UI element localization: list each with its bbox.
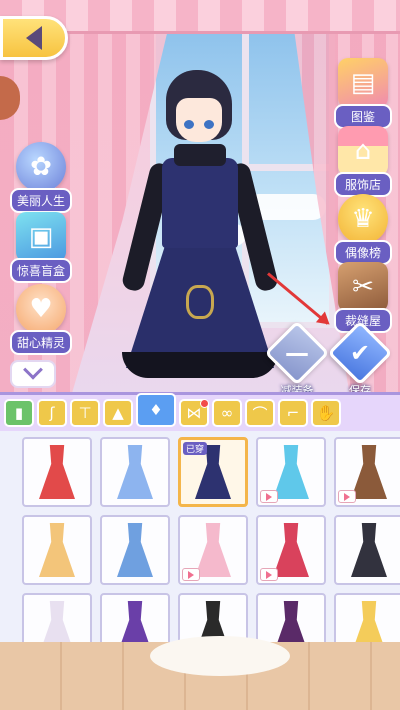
remove-outfit-button[interactable]: — 减装备 — [264, 320, 330, 398]
video-play-icon[interactable] — [182, 568, 200, 581]
tab-hand[interactable]: ✋ — [311, 399, 341, 427]
menu-tailor-shop[interactable]: ✂ 裁缝屋 — [328, 262, 398, 333]
dress-thumbnail-icon — [273, 523, 309, 577]
menu-idol-ranking[interactable]: ♛ 偶像榜 — [328, 194, 398, 265]
character-face — [176, 98, 222, 142]
socks-icon: ʃ — [49, 404, 55, 422]
clothing-item-card[interactable]: 已穿 — [178, 437, 248, 507]
character-jacket — [162, 158, 238, 248]
tab-dress[interactable]: ♦ — [136, 393, 176, 427]
category-tab-bar: ▮ ʃ ⊤ ▲ ♦ ⋈ ∞ ⌒ ⌐ ✋ — [0, 393, 400, 431]
checkmark-icon: ✔ — [349, 338, 371, 367]
dress-thumbnail-icon — [273, 445, 309, 499]
dress-thumbnail-icon — [39, 523, 75, 577]
clothing-item-card[interactable] — [100, 515, 170, 585]
tab-hat[interactable]: ⌒ — [245, 399, 275, 427]
tab-shoe[interactable]: ⌐ — [278, 399, 308, 427]
video-play-icon[interactable] — [338, 490, 356, 503]
menu-sweet-fairy[interactable]: ♥ 甜心精灵 — [6, 284, 76, 355]
clothing-item-card[interactable] — [178, 515, 248, 585]
chevron-down-icon — [23, 359, 43, 380]
save-outfit-button[interactable]: ✔ 保存 — [327, 320, 393, 398]
top-icon: ⊤ — [78, 404, 92, 422]
skirt-icon: ▲ — [112, 404, 124, 422]
clothing-item-card[interactable] — [334, 437, 400, 507]
shop-icon: ⌂ — [338, 126, 388, 176]
minus-icon: — — [285, 339, 309, 367]
menu-surprise-box[interactable]: ▣ 惊喜盲盒 — [6, 212, 76, 283]
tab-earring[interactable]: ∞ — [212, 399, 242, 427]
dress-thumbnail-icon — [195, 523, 231, 577]
rainbow-icon: ✿ — [16, 142, 66, 192]
earring-icon: ∞ — [220, 404, 234, 422]
hat-icon: ⌒ — [252, 404, 268, 423]
book-icon: ▤ — [338, 58, 388, 108]
clothing-grid: 已穿 — [4, 437, 400, 663]
dress-tab-icon: ▮ — [14, 404, 24, 422]
worn-badge: 已穿 — [183, 442, 208, 455]
dress-thumbnail-icon — [351, 523, 387, 577]
clothing-item-card[interactable] — [334, 515, 400, 585]
tab-skirt[interactable]: ▲ — [103, 399, 133, 427]
collapse-panel-button[interactable] — [10, 359, 56, 388]
tab-socks[interactable]: ʃ — [37, 399, 67, 427]
dress-icon: ♦ — [149, 401, 163, 419]
clothing-item-card[interactable] — [256, 437, 326, 507]
tab-hair-bow[interactable]: ⋈ — [179, 399, 209, 427]
clothing-item-card[interactable] — [256, 515, 326, 585]
video-play-icon[interactable] — [260, 568, 278, 581]
back-button[interactable] — [0, 16, 68, 60]
menu-beautiful-life[interactable]: ✿ 美丽人生 — [6, 142, 76, 213]
tab-top[interactable]: ⊤ — [70, 399, 100, 427]
tab-all-dress[interactable]: ▮ — [4, 399, 34, 427]
menu-catalog[interactable]: ▤ 图鉴 — [328, 58, 398, 129]
fluffy-rug — [150, 636, 290, 676]
menu-clothing-shop[interactable]: ⌂ 服饰店 — [328, 126, 398, 197]
back-arrow-icon — [26, 26, 42, 50]
gift-box-icon: ▣ — [16, 212, 66, 262]
cake-fairy-icon: ♥ — [16, 284, 66, 334]
sewing-machine-icon: ✂ — [338, 262, 388, 312]
skirt-emblem — [186, 285, 214, 319]
dress-thumbnail-icon — [351, 445, 387, 499]
dress-thumbnail-icon — [117, 523, 153, 577]
wardrobe-panel: ▮ ʃ ⊤ ▲ ♦ ⋈ ∞ ⌒ ⌐ ✋ 已穿 — [0, 392, 400, 663]
hair-bow-icon: ⋈ — [186, 404, 202, 422]
clothing-item-card[interactable] — [22, 515, 92, 585]
video-play-icon[interactable] — [260, 490, 278, 503]
hand-icon: ✋ — [316, 404, 336, 422]
shoe-icon: ⌐ — [286, 404, 300, 422]
clothing-item-card[interactable] — [100, 437, 170, 507]
trophy-icon: ♛ — [338, 194, 388, 244]
clothing-item-card[interactable] — [22, 437, 92, 507]
dress-thumbnail-icon — [117, 445, 153, 499]
dress-thumbnail-icon — [39, 445, 75, 499]
